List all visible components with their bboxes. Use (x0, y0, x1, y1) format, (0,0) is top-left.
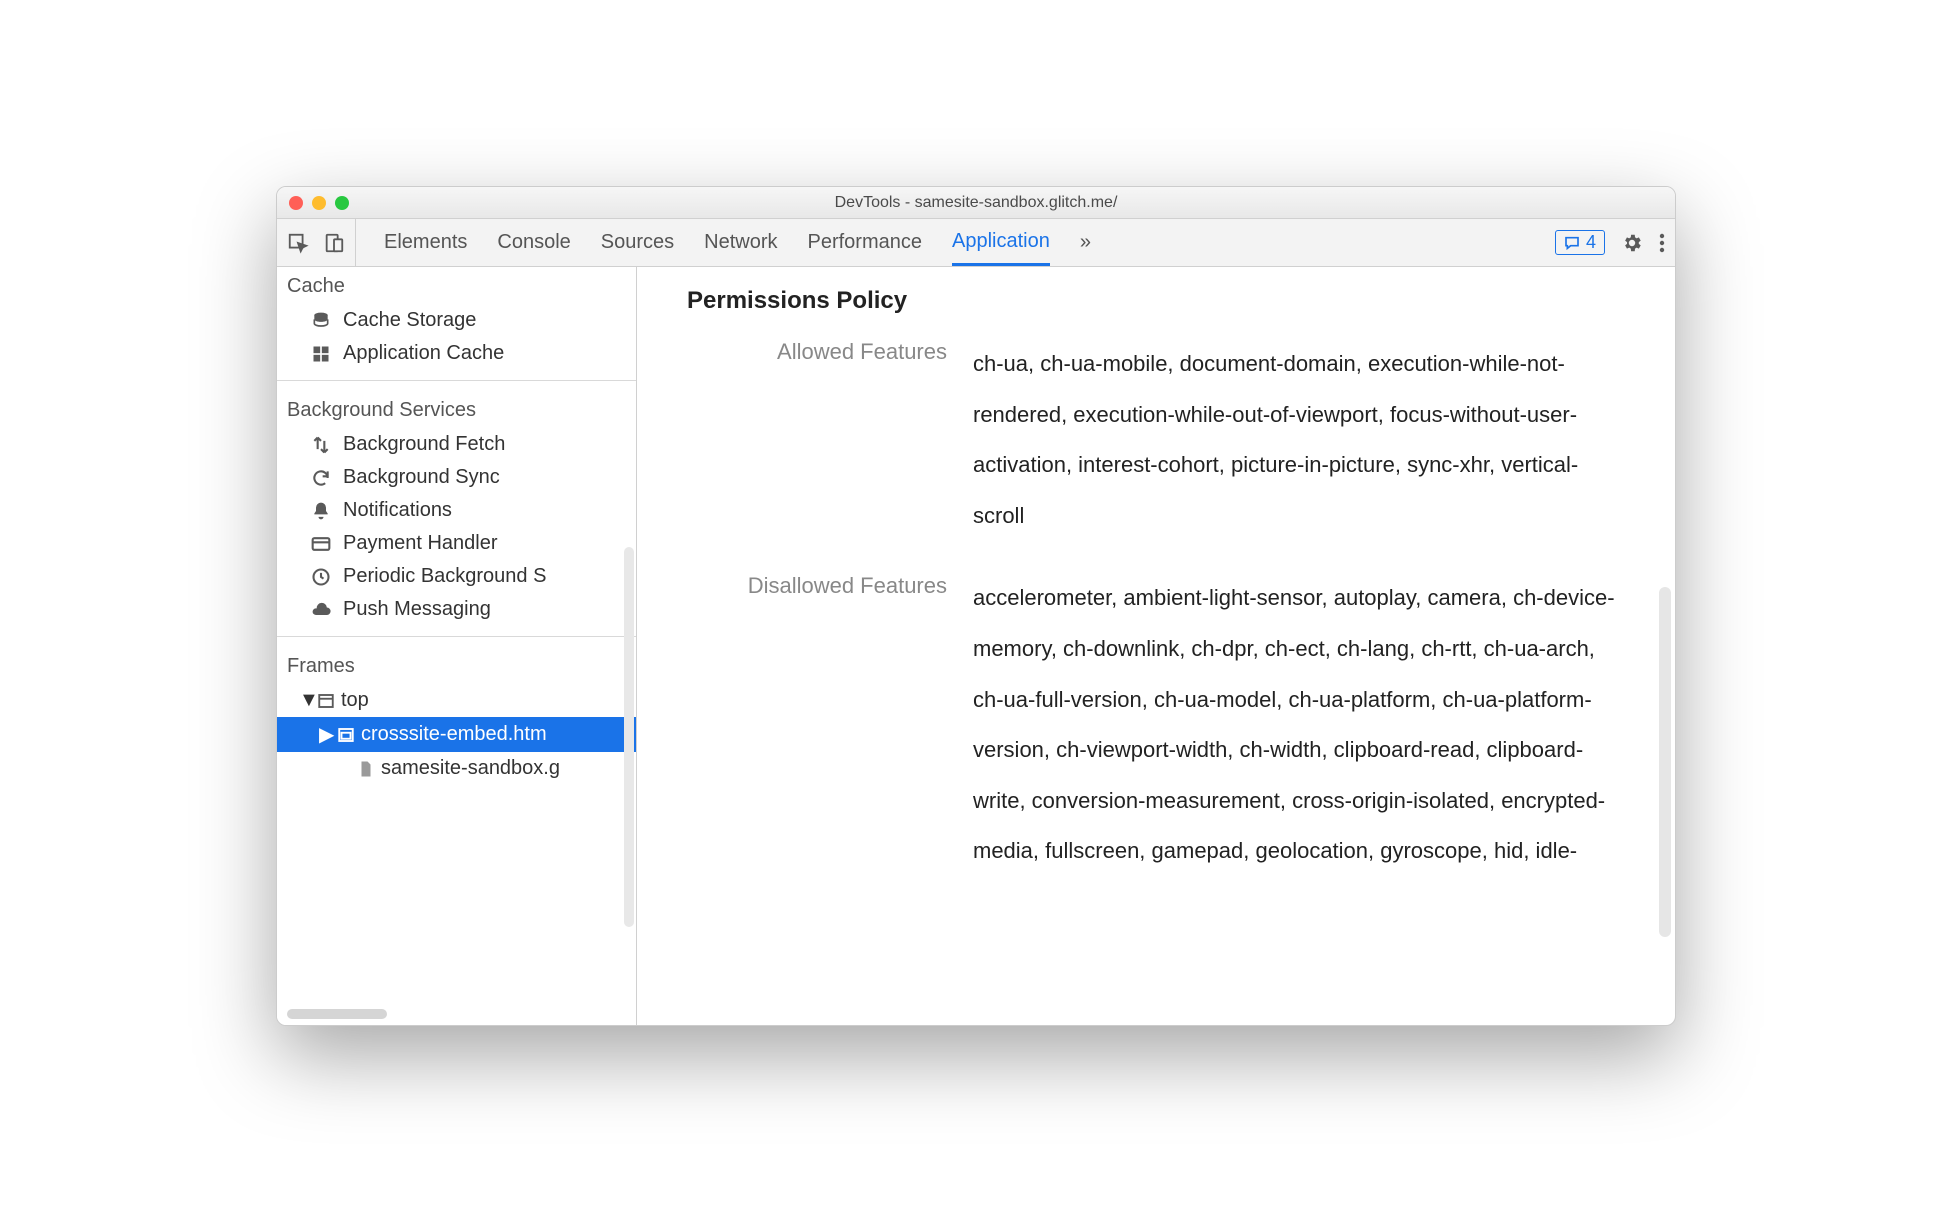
issues-badge[interactable]: 4 (1555, 230, 1605, 255)
sidebar-horizontal-scrollbar[interactable] (287, 1009, 387, 1019)
sidebar-item-notifications[interactable]: Notifications (277, 494, 636, 527)
item-label: Payment Handler (343, 532, 498, 555)
inspect-element-icon[interactable] (287, 232, 309, 254)
sidebar-item-background-sync[interactable]: Background Sync (277, 461, 636, 494)
divider (277, 636, 636, 637)
grid-icon (311, 344, 333, 364)
section-frames-header: Frames (277, 647, 636, 684)
section-cache-header: Cache (277, 267, 636, 304)
database-icon (311, 311, 333, 331)
sidebar-item-background-fetch[interactable]: Background Fetch (277, 428, 636, 461)
bell-icon (311, 501, 333, 521)
application-sidebar[interactable]: Cache Cache Storage Application Cache Ba… (277, 267, 637, 1025)
window-title: DevTools - samesite-sandbox.glitch.me/ (277, 194, 1675, 212)
tab-console[interactable]: Console (497, 219, 570, 266)
tree-item-label: top (341, 689, 369, 712)
frame-details-panel[interactable]: Permissions Policy Allowed Features ch-u… (637, 267, 1675, 1025)
permissions-policy-heading: Permissions Policy (687, 287, 1625, 315)
panel-tabs: Elements Console Sources Network Perform… (366, 219, 1091, 266)
cloud-icon (311, 600, 333, 620)
caret-right-icon: ▶ (319, 722, 331, 747)
allowed-features-value: ch-ua, ch-ua-mobile, document-domain, ex… (973, 339, 1625, 541)
disallowed-features-label: Disallowed Features (687, 573, 947, 877)
frame-tree-crosssite-embed[interactable]: ▶ crosssite-embed.htm (277, 717, 636, 752)
more-menu-icon[interactable] (1659, 232, 1665, 254)
device-toolbar-icon[interactable] (323, 232, 345, 254)
sidebar-item-application-cache[interactable]: Application Cache (277, 337, 636, 370)
message-icon (1564, 235, 1580, 251)
item-label: Notifications (343, 499, 452, 522)
sidebar-item-cache-storage[interactable]: Cache Storage (277, 304, 636, 337)
item-label: Push Messaging (343, 598, 491, 621)
allowed-features-label: Allowed Features (687, 339, 947, 541)
allowed-features-row: Allowed Features ch-ua, ch-ua-mobile, do… (687, 339, 1625, 541)
file-icon (357, 760, 375, 778)
frame-icon (337, 726, 355, 744)
sidebar-item-push-messaging[interactable]: Push Messaging (277, 593, 636, 626)
titlebar: DevTools - samesite-sandbox.glitch.me/ (277, 187, 1675, 219)
tree-item-label: samesite-sandbox.g (381, 757, 560, 780)
main-scrollbar[interactable] (1659, 587, 1671, 937)
tab-sources[interactable]: Sources (601, 219, 674, 266)
clock-icon (311, 567, 333, 587)
card-icon (311, 534, 333, 554)
content-area: Cache Cache Storage Application Cache Ba… (277, 267, 1675, 1025)
divider (277, 380, 636, 381)
disallowed-features-row: Disallowed Features accelerometer, ambie… (687, 573, 1625, 877)
item-label: Cache Storage (343, 309, 476, 332)
tab-network[interactable]: Network (704, 219, 777, 266)
sidebar-item-payment-handler[interactable]: Payment Handler (277, 527, 636, 560)
sidebar-item-periodic-sync[interactable]: Periodic Background S (277, 560, 636, 593)
tree-item-label: crosssite-embed.htm (361, 723, 547, 746)
disallowed-features-value: accelerometer, ambient-light-sensor, aut… (973, 573, 1625, 877)
tab-elements[interactable]: Elements (384, 219, 467, 266)
frame-tree-top[interactable]: ▼ top (277, 684, 636, 717)
section-bgservices-header: Background Services (277, 391, 636, 428)
devtools-toolbar: Elements Console Sources Network Perform… (277, 219, 1675, 267)
item-label: Application Cache (343, 342, 504, 365)
window-icon (317, 692, 335, 710)
sidebar-scrollbar[interactable] (624, 547, 634, 927)
item-label: Periodic Background S (343, 565, 546, 588)
devtools-window: DevTools - samesite-sandbox.glitch.me/ E… (276, 186, 1676, 1026)
item-label: Background Fetch (343, 433, 505, 456)
issues-count: 4 (1586, 232, 1596, 253)
frame-tree-samesite-sandbox[interactable]: samesite-sandbox.g (277, 752, 636, 785)
caret-down-icon: ▼ (299, 689, 311, 712)
item-label: Background Sync (343, 466, 500, 489)
tab-performance[interactable]: Performance (808, 219, 923, 266)
tabs-overflow-icon[interactable]: » (1080, 219, 1091, 266)
sync-icon (311, 468, 333, 488)
frames-tree: ▼ top ▶ crosssite-embed.htm samesite-san… (277, 684, 636, 795)
tab-application[interactable]: Application (952, 219, 1050, 266)
swap-icon (311, 435, 333, 455)
settings-icon[interactable] (1621, 232, 1643, 254)
